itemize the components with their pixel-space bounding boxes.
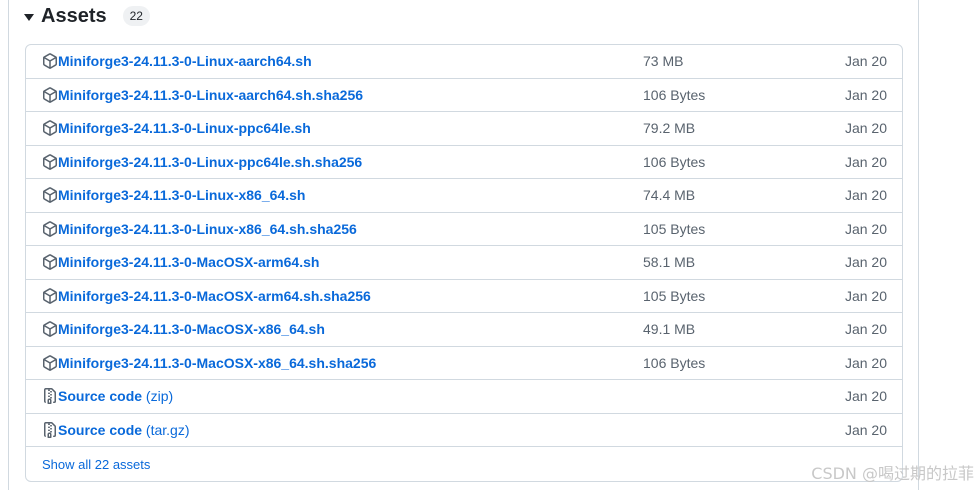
asset-row: Miniforge3-24.11.3-0-MacOSX-x86_64.sh 49.… — [26, 313, 902, 347]
asset-date: Jan 20 — [844, 287, 887, 304]
asset-link[interactable]: Miniforge3-24.11.3-0-Linux-x86_64.sh — [58, 187, 305, 203]
package-icon — [42, 86, 58, 103]
asset-row: Miniforge3-24.11.3-0-Linux-x86_64.sh.sha… — [26, 213, 902, 246]
asset-size: 106 Bytes — [643, 153, 706, 170]
triangle-down-icon[interactable] — [24, 13, 34, 21]
asset-date: Jan 20 — [844, 153, 887, 170]
asset-name: Miniforge3-24.11.3-0-MacOSX-arm64.sh.sha… — [58, 287, 371, 304]
asset-name: Miniforge3-24.11.3-0-Linux-ppc64le.sh — [58, 120, 311, 137]
asset-size: 105 Bytes — [643, 287, 706, 304]
asset-date: Jan 20 — [844, 220, 887, 237]
file-zip-icon — [42, 421, 58, 438]
asset-name: Miniforge3-24.11.3-0-Linux-ppc64le.sh.sh… — [58, 153, 363, 170]
asset-size: 106 Bytes — [643, 354, 706, 371]
package-icon — [42, 321, 58, 337]
asset-date: Jan 20 — [844, 388, 887, 405]
asset-link[interactable]: Miniforge3-24.11.3-0-MacOSX-arm64.sh — [58, 254, 319, 270]
asset-row: Miniforge3-24.11.3-0-Linux-aarch64.sh.sh… — [26, 79, 902, 112]
assets-title: Assets — [41, 4, 107, 27]
asset-size: 74.4 MB — [643, 187, 696, 204]
asset-name: Miniforge3-24.11.3-0-Linux-x86_64.sh.sha… — [58, 220, 357, 237]
package-icon — [42, 153, 58, 170]
assets-header[interactable]: Assets 22 — [24, 2, 150, 30]
asset-row: Miniforge3-24.11.3-0-MacOSX-x86_64.sh.sh… — [26, 347, 902, 380]
asset-row: Source code (tar.gz) Jan 20 — [26, 414, 902, 447]
asset-size: 106 Bytes — [643, 86, 706, 103]
asset-link[interactable]: Miniforge3-24.11.3-0-Linux-aarch64.sh.sh… — [58, 87, 363, 103]
assets-list: Miniforge3-24.11.3-0-Linux-aarch64.sh 73 … — [25, 44, 903, 482]
package-icon — [42, 120, 58, 136]
asset-size: 105 Bytes — [643, 220, 706, 237]
file-zip-icon — [42, 388, 58, 404]
asset-link[interactable]: Miniforge3-24.11.3-0-MacOSX-arm64.sh.sha… — [58, 288, 371, 304]
asset-size: 58.1 MB — [643, 254, 696, 271]
package-icon — [42, 220, 58, 237]
asset-link[interactable]: Miniforge3-24.11.3-0-Linux-ppc64le.sh.sh… — [58, 154, 362, 170]
asset-date: Jan 20 — [844, 254, 887, 271]
show-all-assets-link[interactable]: Show all 22 assets — [42, 457, 150, 472]
asset-name: Miniforge3-24.11.3-0-Linux-x86_64.sh — [58, 187, 306, 204]
package-icon — [42, 187, 58, 203]
watermark: CSDN @喝过期的拉菲 — [811, 464, 974, 483]
package-icon — [42, 254, 58, 270]
asset-row: Miniforge3-24.11.3-0-Linux-ppc64le.sh 79.… — [26, 112, 902, 146]
asset-size: 79.2 MB — [643, 120, 696, 137]
asset-name: Miniforge3-24.11.3-0-MacOSX-arm64.sh — [58, 254, 320, 271]
asset-name: Source code — [58, 421, 143, 438]
asset-date: Jan 20 — [844, 53, 887, 70]
asset-link[interactable]: Miniforge3-24.11.3-0-Linux-x86_64.sh.sha… — [58, 221, 357, 237]
asset-name-suffix: (tar.gz) — [142, 421, 190, 438]
asset-row: Miniforge3-24.11.3-0-MacOSX-arm64.sh.sha… — [26, 280, 902, 313]
asset-row: Miniforge3-24.11.3-0-MacOSX-arm64.sh 58.1… — [26, 246, 902, 280]
asset-size: 49.1 MB — [643, 321, 696, 338]
asset-date: Jan 20 — [844, 354, 887, 371]
asset-date: Jan 20 — [844, 321, 887, 338]
asset-date: Jan 20 — [844, 421, 887, 438]
asset-link[interactable]: Miniforge3-24.11.3-0-MacOSX-x86_64.sh — [58, 321, 325, 337]
asset-name: Miniforge3-24.11.3-0-MacOSX-x86_64.sh.sh… — [58, 354, 377, 371]
asset-date: Jan 20 — [844, 187, 887, 204]
assets-footer: Show all 22 assets — [26, 447, 902, 481]
asset-size: 73 MB — [643, 53, 684, 70]
asset-name: Miniforge3-24.11.3-0-Linux-aarch64.sh.sh… — [58, 86, 364, 103]
asset-link[interactable]: Miniforge3-24.11.3-0-MacOSX-x86_64.sh.sh… — [58, 355, 376, 371]
package-icon — [42, 53, 58, 69]
asset-link[interactable]: Miniforge3-24.11.3-0-Linux-aarch64.sh — [58, 53, 312, 69]
package-icon — [42, 287, 58, 304]
asset-date: Jan 20 — [844, 86, 887, 103]
asset-link[interactable]: Source code (zip) — [58, 388, 173, 404]
asset-row: Miniforge3-24.11.3-0-Linux-aarch64.sh 73 … — [26, 45, 902, 79]
asset-link[interactable]: Source code (tar.gz) — [58, 422, 190, 438]
asset-name: Source code — [58, 388, 143, 405]
asset-name-suffix: (zip) — [142, 388, 174, 405]
asset-row: Source code (zip) Jan 20 — [26, 380, 902, 414]
package-icon — [42, 354, 58, 371]
asset-date: Jan 20 — [844, 120, 887, 137]
assets-count-badge: 22 — [122, 6, 150, 26]
asset-name: Miniforge3-24.11.3-0-MacOSX-x86_64.sh — [58, 321, 325, 338]
asset-row: Miniforge3-24.11.3-0-Linux-ppc64le.sh.sh… — [26, 146, 902, 179]
asset-name: Miniforge3-24.11.3-0-Linux-aarch64.sh — [58, 53, 312, 70]
asset-row: Miniforge3-24.11.3-0-Linux-x86_64.sh 74.4… — [26, 179, 902, 213]
asset-link[interactable]: Miniforge3-24.11.3-0-Linux-ppc64le.sh — [58, 120, 311, 136]
